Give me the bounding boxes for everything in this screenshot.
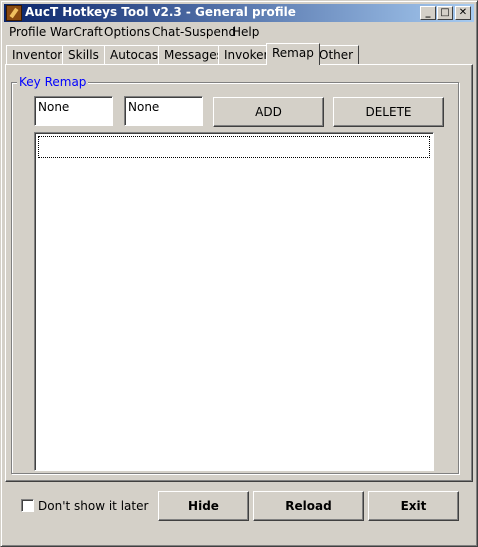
group-title: Key Remap <box>17 75 89 89</box>
remap-list[interactable] <box>34 132 434 471</box>
hide-button[interactable]: Hide <box>158 491 249 521</box>
add-button-label: ADD <box>255 105 282 119</box>
window-title: AucT Hotkeys Tool v2.3 - General profile <box>25 5 296 19</box>
delete-button-label: DELETE <box>365 105 412 119</box>
add-button[interactable]: ADD <box>213 97 324 127</box>
main-window: AucT Hotkeys Tool v2.3 - General profile… <box>0 0 478 547</box>
close-icon: ✕ <box>458 7 468 18</box>
title-bar[interactable]: AucT Hotkeys Tool v2.3 - General profile… <box>4 4 474 22</box>
tab-remap[interactable]: Remap <box>266 43 320 65</box>
menu-profile[interactable]: Profile <box>9 25 46 39</box>
hide-button-label: Hide <box>188 499 219 513</box>
menu-warcraft[interactable]: WarCraft <box>50 25 103 39</box>
menu-options[interactable]: Options <box>104 25 150 39</box>
maximize-button[interactable]: □ <box>437 6 453 20</box>
exit-button[interactable]: Exit <box>368 491 459 521</box>
reload-button[interactable]: Reload <box>253 491 364 521</box>
minimize-button[interactable]: _ <box>420 6 436 20</box>
tab-strip: Inventory Skills Autocast Messages Invok… <box>4 43 474 65</box>
dont-show-checkbox[interactable] <box>21 499 34 512</box>
dont-show-label[interactable]: Don't show it later <box>38 499 148 513</box>
reload-button-label: Reload <box>285 499 332 513</box>
to-key-field[interactable]: None <box>124 96 203 126</box>
from-key-field[interactable]: None <box>34 96 113 126</box>
tab-other[interactable]: Other <box>313 45 360 64</box>
menu-chat-suspend[interactable]: Chat-Suspend <box>152 25 236 39</box>
menu-help[interactable]: Help <box>232 25 259 39</box>
maximize-icon: □ <box>440 7 450 18</box>
menu-bar: Profile WarCraft Options Chat-Suspend He… <box>4 23 474 41</box>
tab-skills[interactable]: Skills <box>62 45 105 64</box>
minimize-icon: _ <box>425 7 431 18</box>
list-item[interactable] <box>38 136 430 158</box>
delete-button[interactable]: DELETE <box>333 97 444 127</box>
app-icon[interactable] <box>6 5 22 21</box>
exit-button-label: Exit <box>400 499 427 513</box>
close-button[interactable]: ✕ <box>455 6 471 20</box>
